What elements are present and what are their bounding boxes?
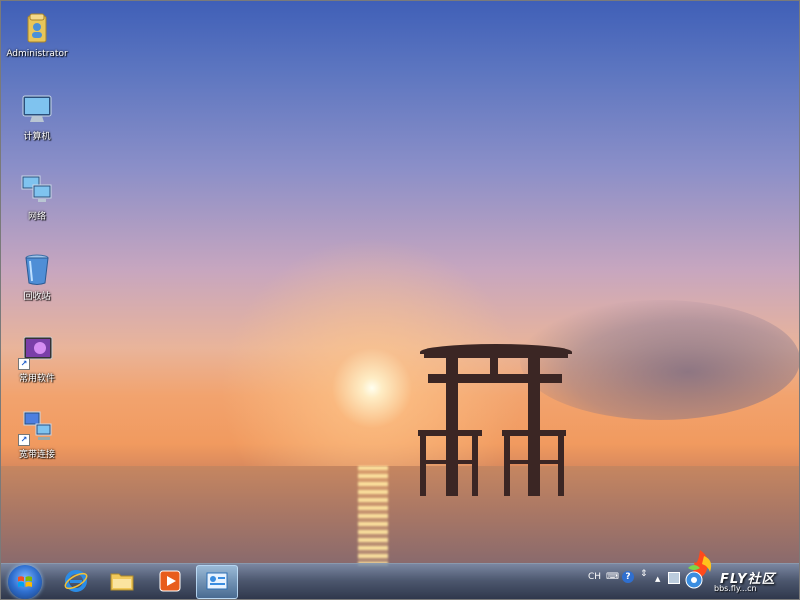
desktop-icon-label: 计算机 — [23, 132, 51, 142]
desktop-icon-network[interactable]: 网络 — [2, 172, 72, 222]
watermark-subtitle: bbs.fly...cn — [714, 584, 757, 593]
control-panel-icon — [206, 572, 228, 590]
language-indicator[interactable]: CH — [588, 572, 601, 582]
tray-options-icon[interactable]: ⇕ — [640, 569, 648, 579]
software-shortcut-icon: ↗ — [18, 334, 54, 370]
shortcut-arrow-icon: ↗ — [18, 358, 30, 370]
desktop-icon-broadband[interactable]: ↗ 宽带连接 — [2, 410, 72, 460]
folder-icon — [110, 573, 134, 591]
help-icon[interactable]: ? — [622, 571, 634, 583]
windows-logo-icon — [18, 576, 32, 587]
taskbar-media-player-button[interactable] — [150, 565, 190, 597]
desktop-icon-computer[interactable]: 计算机 — [2, 92, 72, 142]
sun-reflection — [358, 466, 388, 566]
wallpaper-cloud — [520, 300, 800, 420]
taskbar-ie-button[interactable] — [56, 565, 96, 597]
network-tray-icon[interactable] — [668, 572, 680, 584]
taskbar-explorer-button[interactable] — [102, 565, 142, 597]
desktop-icon-common-software[interactable]: ↗ 常用软件 — [2, 334, 72, 384]
computer-icon — [20, 92, 54, 126]
shortcut-arrow-icon: ↗ — [18, 434, 30, 446]
desktop-icon-recycle-bin[interactable]: 回收站 — [2, 252, 72, 302]
ie-icon — [64, 570, 88, 592]
desktop-icon-label: 常用软件 — [18, 374, 55, 384]
start-button[interactable] — [8, 565, 42, 599]
media-player-icon — [159, 570, 181, 592]
desktop-icon-label: 网络 — [27, 212, 46, 222]
broadband-connection-icon: ↗ — [18, 410, 54, 446]
desktop-icon-administrator[interactable]: Administrator — [2, 12, 72, 59]
desktop-icon-label: 宽带连接 — [18, 450, 55, 460]
network-icon — [20, 172, 54, 206]
show-hidden-icons-button[interactable]: ▲ — [655, 575, 660, 583]
user-folder-icon — [20, 12, 54, 46]
desktop-icon-label: Administrator — [6, 49, 68, 59]
keyboard-icon[interactable]: ⌨ — [606, 572, 619, 582]
desktop-icon-label: 回收站 — [23, 292, 51, 302]
desktop-screen: Administrator 计算机 网络 回收站 ↗ 常用软件 ↗ 宽带连接 C… — [0, 0, 800, 600]
recycle-bin-icon — [20, 252, 54, 286]
taskbar-control-panel-button[interactable] — [196, 565, 238, 599]
